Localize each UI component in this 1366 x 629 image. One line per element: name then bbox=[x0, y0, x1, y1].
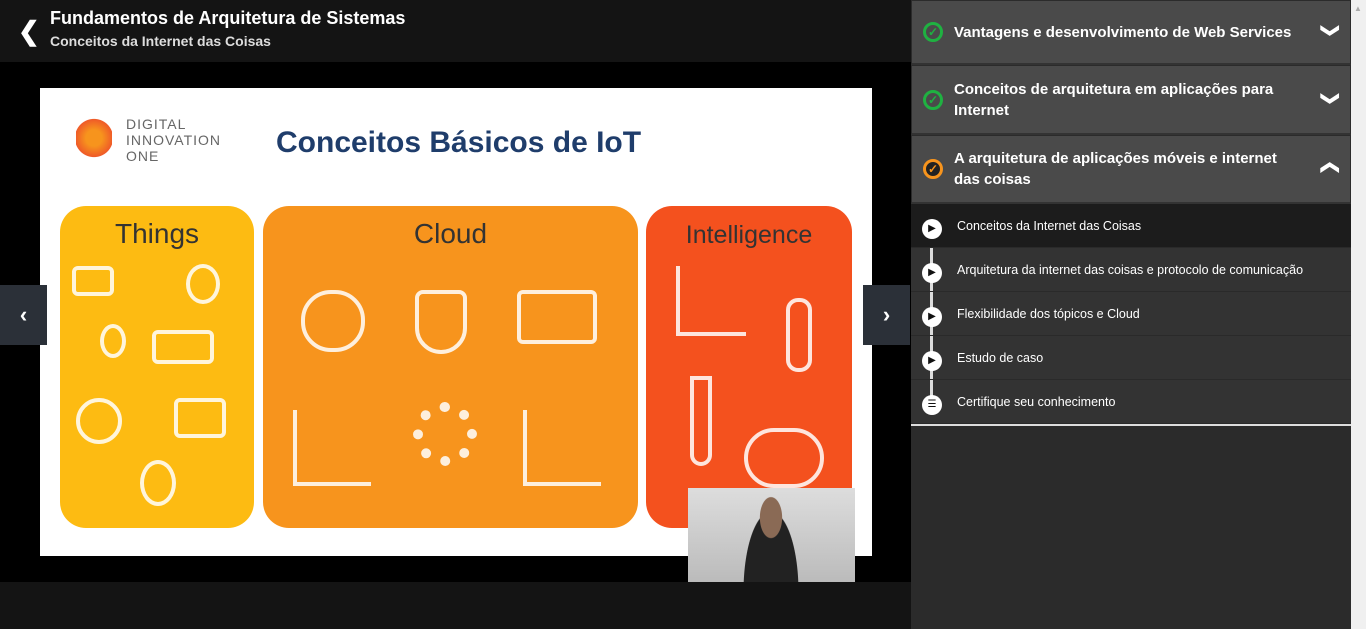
header: ❮ Fundamentos de Arquitetura de Sistemas… bbox=[0, 0, 911, 62]
logo-icon bbox=[76, 118, 112, 158]
instructor-webcam bbox=[688, 488, 855, 582]
logo-text: DIGITAL INNOVATION ONE bbox=[126, 116, 222, 164]
lesson-item[interactable]: ▶ Estudo de caso bbox=[911, 336, 1351, 380]
section-title: A arquitetura de aplicações móveis e int… bbox=[954, 150, 1277, 188]
lesson-title: Conceitos da Internet das Coisas bbox=[957, 219, 1142, 233]
course-sidebar: ✓ Vantagens e desenvolvimento de Web Ser… bbox=[911, 0, 1351, 629]
line-chart-icon bbox=[676, 266, 746, 336]
panel-label: Intelligence bbox=[685, 221, 813, 249]
section-mobile-iot[interactable]: ✓ A arquitetura de aplicações móveis e i… bbox=[911, 135, 1351, 204]
lesson-title: Arquitetura da internet das coisas e pro… bbox=[957, 263, 1304, 277]
instructor-image bbox=[736, 490, 806, 582]
lesson-item[interactable]: ▶ Flexibilidade dos tópicos e Cloud bbox=[911, 292, 1351, 336]
check-circle-icon: ✓ bbox=[923, 22, 943, 42]
play-icon: ▶ bbox=[922, 351, 942, 371]
scatter-icon bbox=[523, 410, 601, 486]
course-title: Fundamentos de Arquitetura de Sistemas bbox=[50, 8, 406, 28]
lesson-subtitle: Conceitos da Internet das Coisas bbox=[50, 33, 271, 49]
slide-title: Conceitos Básicos de IoT bbox=[276, 126, 642, 159]
play-icon: ▶ bbox=[922, 263, 942, 283]
building-icon bbox=[174, 398, 226, 438]
next-lesson-button[interactable]: › bbox=[863, 285, 910, 345]
lesson-item[interactable]: ☰ Certifique seu conhecimento bbox=[911, 380, 1351, 424]
gear-icon bbox=[413, 402, 477, 466]
chevron-down-icon[interactable]: ❯ bbox=[1320, 90, 1341, 105]
chevron-up-icon[interactable]: ❮ bbox=[1320, 160, 1341, 175]
check-circle-icon: ✓ bbox=[923, 89, 943, 110]
video-player[interactable]: DIGITAL INNOVATION ONE Conceitos Básicos… bbox=[0, 62, 911, 582]
bar-chart-icon bbox=[293, 410, 371, 486]
play-icon: ▶ bbox=[922, 219, 942, 239]
truck-icon bbox=[72, 266, 114, 296]
bulb-icon bbox=[100, 324, 126, 358]
lesson-title: Flexibilidade dos tópicos e Cloud bbox=[957, 307, 1140, 321]
chevron-down-icon[interactable]: ❯ bbox=[1320, 23, 1341, 38]
back-chevron-icon[interactable]: ❮ bbox=[18, 16, 40, 47]
lesson-title: Estudo de caso bbox=[957, 351, 1044, 365]
shield-icon bbox=[415, 290, 467, 354]
panel-label: Cloud bbox=[413, 218, 488, 249]
section-web-services[interactable]: ✓ Vantagens e desenvolvimento de Web Ser… bbox=[911, 0, 1351, 65]
panel-label: Things bbox=[114, 218, 200, 249]
section-title: Vantagens e desenvolvimento de Web Servi… bbox=[954, 23, 1292, 41]
lesson-item[interactable]: ▶ Conceitos da Internet das Coisas bbox=[911, 204, 1351, 248]
previous-lesson-button[interactable]: ‹ bbox=[0, 285, 47, 345]
dna-icon bbox=[786, 298, 812, 372]
section-title: Conceitos de arquitetura em aplicações p… bbox=[954, 80, 1274, 119]
divider bbox=[911, 424, 1351, 426]
tree-icon bbox=[186, 264, 220, 304]
monitor-icon bbox=[517, 290, 597, 344]
headphones-icon bbox=[76, 398, 122, 444]
play-icon: ▶ bbox=[922, 307, 942, 327]
lesson-list: ▶ Conceitos da Internet das Coisas ▶ Arqui… bbox=[911, 204, 1351, 424]
database-icon bbox=[301, 290, 365, 352]
check-circle-icon: ✓ bbox=[923, 159, 943, 179]
panel-things: Things bbox=[60, 206, 254, 528]
sidebar-scrollbar[interactable]: ▲ bbox=[1351, 0, 1366, 629]
lesson-item[interactable]: ▶ Arquitetura da internet das coisas e pr… bbox=[911, 248, 1351, 292]
stethoscope-icon bbox=[140, 460, 176, 506]
brain-icon bbox=[744, 428, 824, 488]
lesson-title: Certifique seu conhecimento bbox=[957, 395, 1116, 409]
panel-intelligence: Intelligence bbox=[646, 206, 852, 528]
factory-icon bbox=[152, 330, 214, 364]
list-icon: ☰ bbox=[922, 395, 942, 415]
video-slide: DIGITAL INNOVATION ONE Conceitos Básicos… bbox=[40, 88, 872, 556]
player-footer bbox=[0, 582, 911, 629]
test-tube-icon bbox=[690, 376, 712, 466]
scroll-up-arrow-icon[interactable]: ▲ bbox=[1354, 4, 1362, 13]
section-arquitetura-internet[interactable]: ✓ Conceitos de arquitetura em aplicações… bbox=[911, 65, 1351, 135]
panel-cloud: Cloud bbox=[263, 206, 638, 528]
